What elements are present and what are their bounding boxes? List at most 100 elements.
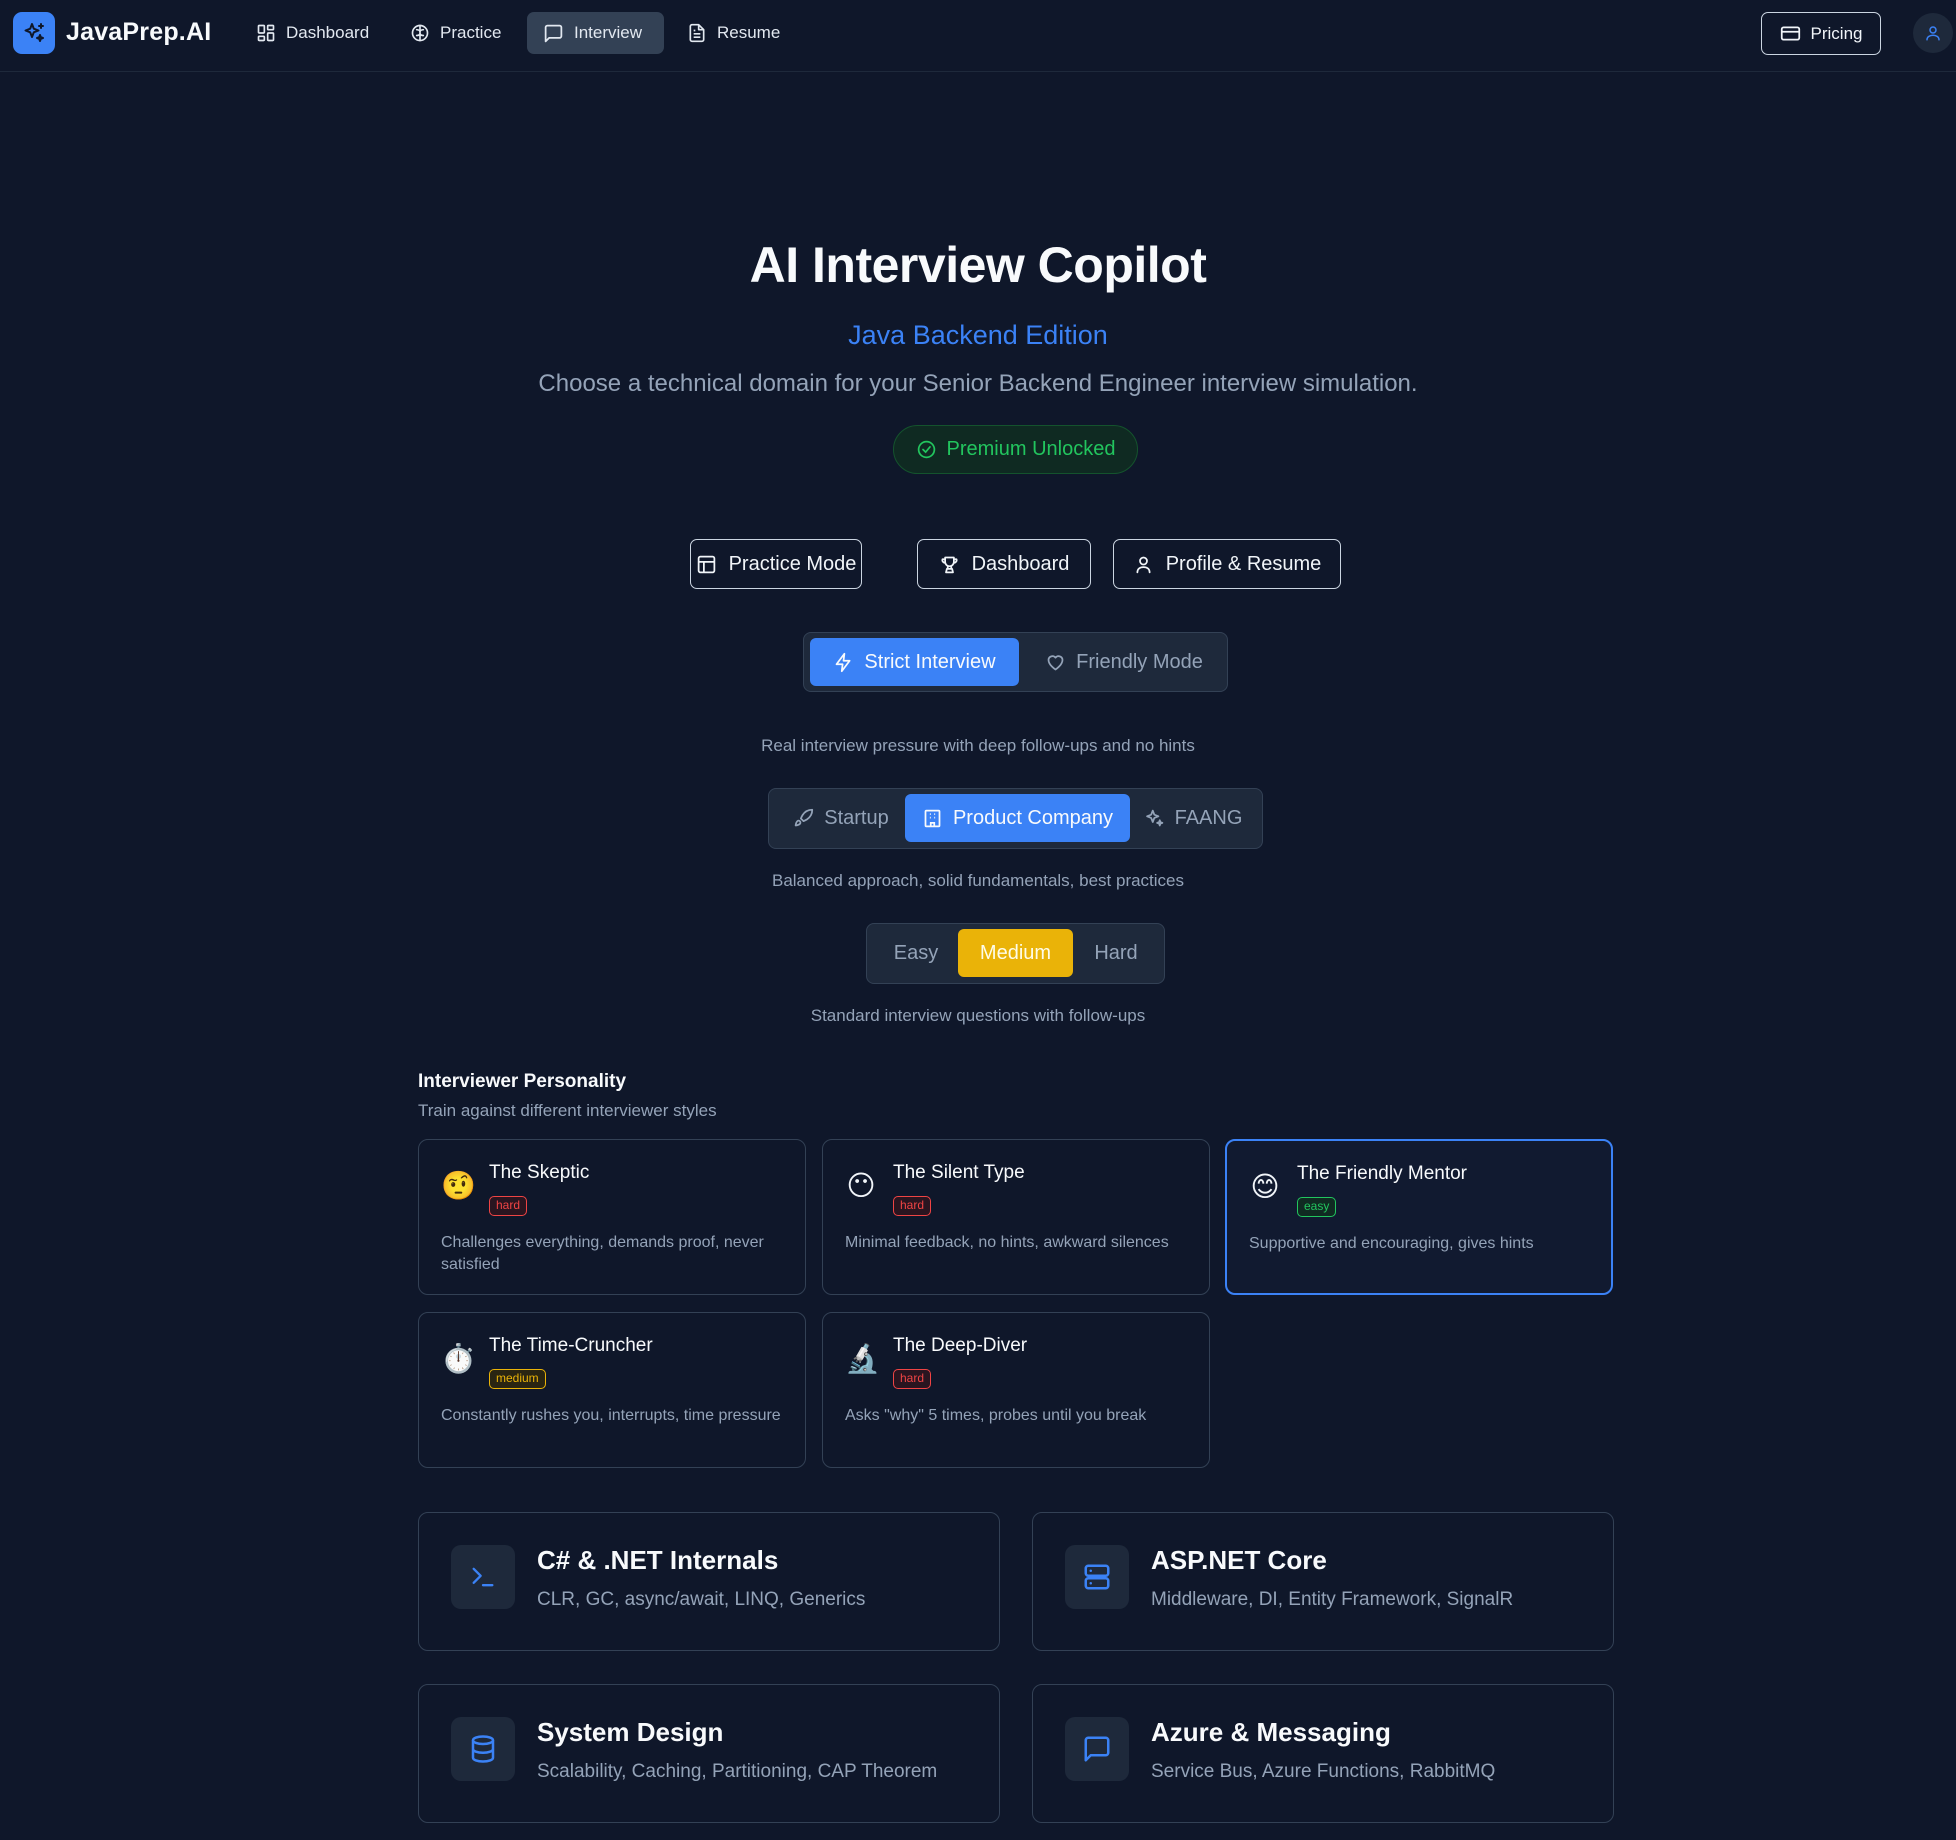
credit-card-icon [1780, 23, 1801, 44]
difficulty-badge: hard [893, 1196, 932, 1216]
silent-emoji-icon: 😶 [846, 1170, 876, 1201]
personality-name: The Silent Type [893, 1162, 1025, 1183]
nav-interview[interactable]: Interview [527, 12, 664, 54]
pricing-button[interactable]: Pricing [1761, 12, 1881, 55]
premium-label: Premium Unlocked [946, 438, 1116, 460]
strict-interview-label: Strict Interview [864, 650, 996, 673]
sparkles-logo-icon[interactable] [13, 12, 55, 54]
personality-description: Minimal feedback, no hints, awkward sile… [845, 1234, 1169, 1251]
nav-dashboard[interactable]: Dashboard [240, 12, 385, 54]
difficulty-badge: easy [1297, 1197, 1337, 1217]
pricing-label: Pricing [1810, 23, 1863, 43]
domain-description: CLR, GC, async/await, LINQ, Generics [537, 1589, 866, 1610]
practice-mode-button[interactable]: Practice Mode [690, 539, 862, 589]
domain-description: Middleware, DI, Entity Framework, Signal… [1151, 1589, 1514, 1610]
domain-description: Scalability, Caching, Partitioning, CAP … [537, 1761, 938, 1782]
server-icon [1065, 1545, 1129, 1609]
company-type-toggle: Startup Product Company FAANG [768, 788, 1263, 849]
friendly-mode-option[interactable]: Friendly Mode [1026, 638, 1222, 686]
interview-mode-description: Real interview pressure with deep follow… [761, 736, 1195, 755]
difficulty-badge: hard [893, 1369, 932, 1389]
faang-label: FAANG [1174, 806, 1243, 829]
smile-emoji-icon: 😊 [1250, 1171, 1280, 1202]
brain-icon [410, 23, 430, 43]
skeptic-emoji-icon: 🤨 [441, 1170, 476, 1201]
top-navbar: JavaPrep.AI Dashboard Practice Interview [0, 0, 1956, 72]
page-tagline: Choose a technical domain for your Senio… [538, 370, 1418, 397]
domain-title: ASP.NET Core [1151, 1545, 1327, 1575]
personality-description: Supportive and encouraging, gives hints [1249, 1235, 1534, 1252]
dashboard-button[interactable]: Dashboard [917, 539, 1091, 589]
microscope-emoji-icon: 🔬 [845, 1343, 880, 1374]
personality-card-silent-type[interactable]: 😶 The Silent Type hard Minimal feedback,… [822, 1139, 1210, 1295]
domain-description: Service Bus, Azure Functions, RabbitMQ [1151, 1761, 1496, 1782]
layout-icon [696, 554, 717, 575]
personality-name: The Friendly Mentor [1297, 1163, 1468, 1184]
database-icon [451, 1717, 515, 1781]
personality-card-friendly-mentor[interactable]: 😊 The Friendly Mentor easy Supportive an… [1225, 1139, 1613, 1295]
personality-card-time-cruncher[interactable]: ⏱️ The Time-Cruncher medium Constantly r… [418, 1312, 806, 1468]
difficulty-badge: medium [489, 1369, 546, 1389]
premium-badge: Premium Unlocked [893, 425, 1138, 474]
domain-title: System Design [537, 1717, 724, 1747]
user-avatar[interactable] [1913, 13, 1953, 53]
difficulty-toggle: Easy Medium Hard [866, 923, 1165, 984]
nav-dashboard-label: Dashboard [286, 23, 370, 42]
difficulty-description: Standard interview questions with follow… [810, 1006, 1146, 1025]
terminal-icon [451, 1545, 515, 1609]
rocket-icon [793, 808, 814, 829]
heart-icon [1045, 652, 1066, 673]
trophy-icon [939, 554, 960, 575]
building-icon [922, 808, 943, 829]
startup-option[interactable]: Startup [779, 794, 903, 842]
page-subtitle: Java Backend Edition [848, 320, 1108, 350]
nav-resume[interactable]: Resume [671, 12, 796, 54]
nav-resume-label: Resume [717, 23, 781, 42]
personality-card-deep-diver[interactable]: 🔬 The Deep-Diver hard Asks "why" 5 times… [822, 1312, 1210, 1468]
domain-card-csharp-dotnet[interactable]: C# & .NET Internals CLR, GC, async/await… [418, 1512, 1000, 1651]
friendly-mode-label: Friendly Mode [1076, 650, 1203, 673]
check-circle-icon [916, 439, 937, 460]
personality-card-skeptic[interactable]: 🤨 The Skeptic hard Challenges everything… [418, 1139, 806, 1295]
zap-icon [833, 652, 854, 673]
difficulty-medium-option[interactable]: Medium [958, 929, 1073, 977]
brand-name[interactable]: JavaPrep.AI [66, 18, 211, 47]
layout-grid-icon [256, 23, 276, 43]
personality-description: Constantly rushes you, interrupts, time … [441, 1407, 781, 1424]
domain-card-azure-messaging[interactable]: Azure & Messaging Service Bus, Azure Fun… [1032, 1684, 1614, 1823]
personality-description: Challenges everything, demands proof, ne… [441, 1234, 764, 1273]
personality-name: The Time-Cruncher [489, 1335, 653, 1356]
nav-interview-label: Interview [574, 23, 643, 42]
product-company-option[interactable]: Product Company [905, 794, 1130, 842]
difficulty-hard-option[interactable]: Hard [1075, 929, 1157, 977]
practice-mode-label: Practice Mode [728, 552, 857, 575]
personality-description: Asks "why" 5 times, probes until you bre… [845, 1407, 1147, 1424]
file-text-icon [687, 23, 707, 43]
user-icon [1133, 554, 1154, 575]
domain-card-system-design[interactable]: System Design Scalability, Caching, Part… [418, 1684, 1000, 1823]
sparkles-icon [1144, 808, 1165, 829]
strict-interview-option[interactable]: Strict Interview [810, 638, 1019, 686]
profile-resume-button[interactable]: Profile & Resume [1113, 539, 1341, 589]
personality-section-subtitle: Train against different interviewer styl… [418, 1101, 717, 1120]
domain-card-aspnet-core[interactable]: ASP.NET Core Middleware, DI, Entity Fram… [1032, 1512, 1614, 1651]
product-company-label: Product Company [952, 806, 1114, 829]
message-square-icon [543, 23, 564, 44]
dashboard-label: Dashboard [971, 552, 1070, 575]
nav-practice[interactable]: Practice [394, 12, 517, 54]
interview-mode-toggle: Strict Interview Friendly Mode [803, 632, 1228, 692]
personality-section-title: Interviewer Personality [418, 1071, 627, 1092]
company-type-description: Balanced approach, solid fundamentals, b… [771, 871, 1185, 890]
personality-name: The Deep-Diver [893, 1335, 1028, 1356]
page-title: AI Interview Copilot [749, 237, 1207, 293]
domain-title: C# & .NET Internals [537, 1545, 779, 1575]
difficulty-badge: hard [489, 1196, 528, 1216]
message-square-icon [1065, 1717, 1129, 1781]
startup-label: Startup [824, 806, 889, 829]
profile-resume-label: Profile & Resume [1165, 552, 1322, 575]
difficulty-easy-option[interactable]: Easy [875, 929, 957, 977]
faang-option[interactable]: FAANG [1134, 794, 1252, 842]
user-icon [1924, 24, 1942, 42]
personality-name: The Skeptic [489, 1162, 590, 1183]
domain-title: Azure & Messaging [1151, 1717, 1391, 1747]
